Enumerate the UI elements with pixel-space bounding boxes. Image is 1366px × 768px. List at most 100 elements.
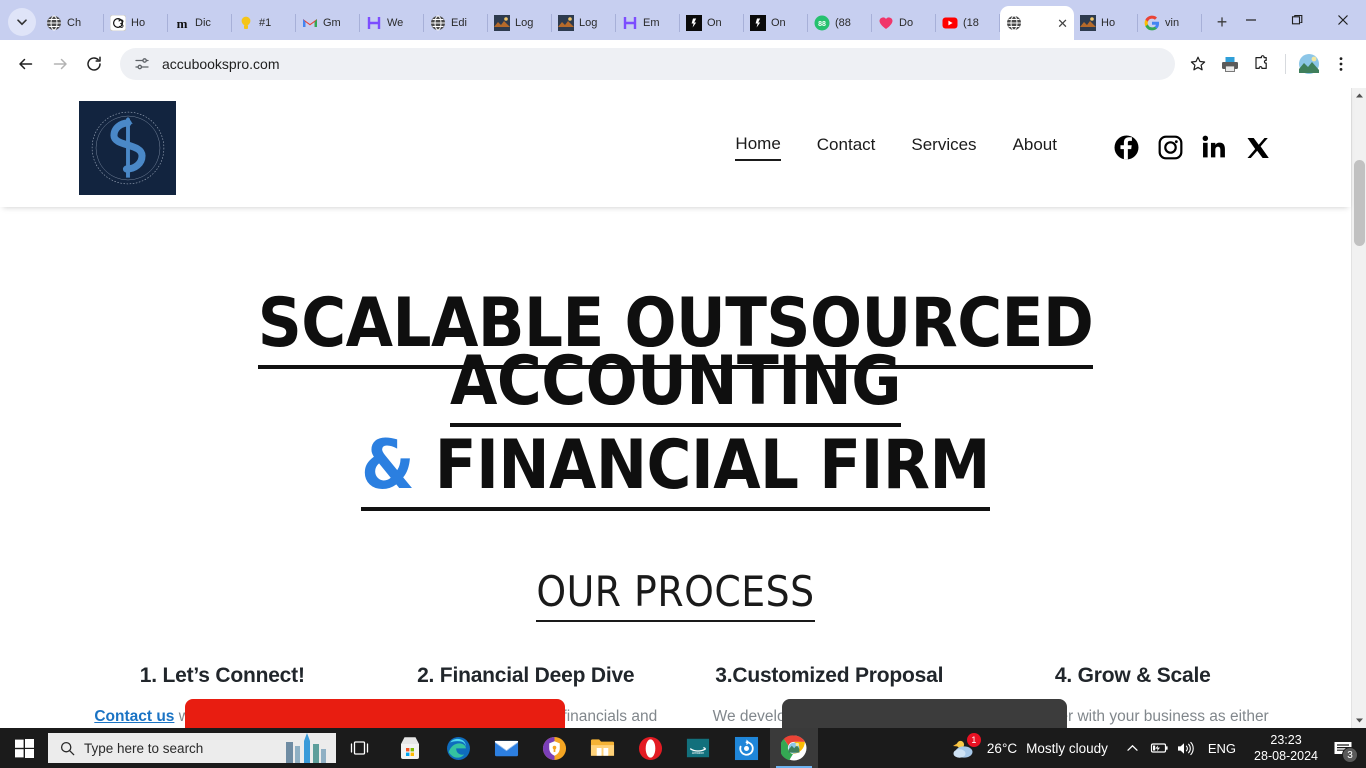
nav-link-services[interactable]: Services <box>911 135 976 160</box>
m-letter-icon: m <box>177 16 188 31</box>
taskbar-app-shield[interactable] <box>530 728 578 768</box>
windows-taskbar: Type here to search Amazon 1 26°C Mostly… <box>0 728 1366 768</box>
page-scrollbar[interactable] <box>1351 88 1366 728</box>
three-dot-menu-icon <box>1339 57 1343 71</box>
nav-link-home[interactable]: Home <box>735 134 781 161</box>
bookmark-button[interactable] <box>1183 49 1213 79</box>
primary-cta-button[interactable] <box>185 699 565 728</box>
hero-ampersand: & <box>361 426 414 505</box>
chrome-menu-button[interactable] <box>1326 49 1356 79</box>
close-icon[interactable]: ✕ <box>1057 17 1068 30</box>
tab-strip: Ch Ho m Dic #1 Gm We Edi Log Log Em On O… <box>0 0 1366 40</box>
browser-tab[interactable]: m Dic <box>168 6 232 40</box>
taskbar-clock[interactable]: 23:23 28-08-2024 <box>1246 732 1326 764</box>
openai-icon <box>110 15 126 31</box>
volume-button[interactable] <box>1172 728 1198 768</box>
task-view-button[interactable] <box>336 728 382 768</box>
reload-button[interactable] <box>78 48 110 80</box>
browser-tab[interactable]: Do <box>872 6 936 40</box>
clock-date: 28-08-2024 <box>1254 749 1318 763</box>
nav-link-about[interactable]: About <box>1013 135 1057 160</box>
browser-tab[interactable]: Ho <box>1074 6 1138 40</box>
new-tab-label: + <box>1216 11 1228 32</box>
windows-start-button[interactable] <box>0 728 48 768</box>
taskbar-app-opera[interactable] <box>626 728 674 768</box>
puzzle-icon <box>1255 55 1267 69</box>
browser-tab[interactable]: Log <box>552 6 616 40</box>
back-button[interactable] <box>10 48 42 80</box>
browser-tab[interactable]: #1 <box>232 6 296 40</box>
browser-tab[interactable]: On <box>680 6 744 40</box>
site-logo[interactable] <box>79 100 176 195</box>
taskbar-app-file-explorer[interactable] <box>578 728 626 768</box>
tab-title: We <box>387 17 404 29</box>
google-chrome-icon <box>781 735 807 761</box>
tab-title: Em <box>643 17 660 29</box>
taskbar-app-microsoft-edge[interactable] <box>434 728 482 768</box>
taskbar-apps: Amazon <box>386 728 818 768</box>
language-indicator[interactable]: ENG <box>1198 741 1246 756</box>
tab-title: Ho <box>1101 17 1116 29</box>
minimize-icon[interactable] <box>1228 0 1274 40</box>
taskbar-app-mail[interactable] <box>482 728 530 768</box>
taskbar-app-sync[interactable] <box>722 728 770 768</box>
toolbar-divider <box>1285 54 1286 74</box>
browser-tab[interactable]: 88 (88 <box>808 6 872 40</box>
taskbar-weather-widget[interactable]: 1 26°C Mostly cloudy <box>944 733 1120 761</box>
tab-title: #1 <box>259 17 272 29</box>
instagram-icon[interactable] <box>1157 135 1183 161</box>
show-hidden-icons-button[interactable] <box>1120 728 1146 768</box>
browser-tab[interactable]: Log <box>488 6 552 40</box>
tab-title: Log <box>579 17 598 29</box>
star-icon <box>1190 56 1206 71</box>
x-twitter-icon[interactable] <box>1245 135 1271 161</box>
address-bar-url: accubookspro.com <box>162 56 280 72</box>
cta-button-row <box>0 685 1351 728</box>
tab-title: Dic <box>195 17 211 29</box>
sync-app-icon <box>734 736 758 760</box>
tab-search-button[interactable] <box>8 8 36 36</box>
taskbar-app-google-chrome[interactable] <box>770 728 818 768</box>
restore-icon[interactable] <box>1274 0 1320 40</box>
linkedin-icon[interactable] <box>1201 135 1227 161</box>
profile-avatar-button[interactable] <box>1294 49 1324 79</box>
extensions-button[interactable] <box>1247 49 1277 79</box>
city-skyline-icon <box>286 733 326 763</box>
forward-arrow-icon <box>53 58 67 70</box>
browser-tab[interactable]: vin <box>1138 6 1202 40</box>
print-button[interactable] <box>1215 49 1245 79</box>
chevron-down-icon <box>17 19 27 26</box>
gmail-icon <box>303 19 317 27</box>
scroll-down-arrow-icon[interactable] <box>1352 713 1366 728</box>
taskbar-search-box[interactable]: Type here to search <box>48 733 336 763</box>
nav-link-contact[interactable]: Contact <box>817 135 876 160</box>
social-links <box>1113 135 1271 161</box>
browser-tab[interactable]: Gm <box>296 6 360 40</box>
browser-tab-active[interactable]: ✕ <box>1000 6 1074 40</box>
forward-button[interactable] <box>44 48 76 80</box>
browser-tab[interactable]: Ch <box>40 6 104 40</box>
browser-tab[interactable]: Edi <box>424 6 488 40</box>
svg-text:Amazon: Amazon <box>692 751 704 755</box>
scrollbar-thumb[interactable] <box>1354 160 1365 246</box>
notification-center-button[interactable]: 3 <box>1326 728 1360 768</box>
battery-button[interactable] <box>1146 728 1172 768</box>
browser-tab[interactable]: Em <box>616 6 680 40</box>
tab-title: (18 <box>963 17 979 29</box>
browser-tab[interactable]: (18 <box>936 6 1000 40</box>
taskbar-app-amazon[interactable]: Amazon <box>674 728 722 768</box>
facebook-icon[interactable] <box>1113 135 1139 161</box>
close-icon[interactable] <box>1320 0 1366 40</box>
browser-tab[interactable]: Ho <box>104 6 168 40</box>
taskbar-app-microsoft-store[interactable] <box>386 728 434 768</box>
address-bar[interactable]: accubookspro.com <box>120 48 1175 80</box>
browser-tab[interactable]: On <box>744 6 808 40</box>
weather-icon-wrap: 1 <box>950 733 981 761</box>
browser-tab[interactable]: We <box>360 6 424 40</box>
tune-icon[interactable] <box>134 56 150 72</box>
youtube-icon <box>942 17 958 29</box>
scroll-up-arrow-icon[interactable] <box>1352 88 1366 103</box>
tabs-row: Ch Ho m Dic #1 Gm We Edi Log Log Em On O… <box>40 0 1228 40</box>
globe-icon <box>1007 15 1021 31</box>
secondary-cta-button[interactable] <box>782 699 1067 728</box>
